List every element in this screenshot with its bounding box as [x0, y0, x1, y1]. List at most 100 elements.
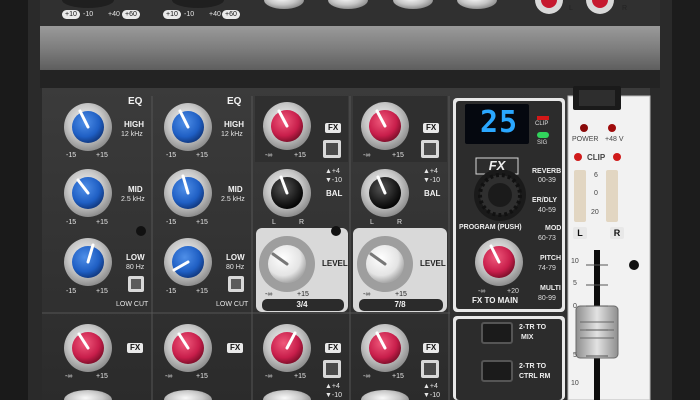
- preset-erdly-name: ER/DLY: [532, 197, 558, 204]
- trim-down-ch34: ▼-10: [325, 177, 343, 184]
- fx-badge-ch2: FX: [227, 343, 244, 353]
- fx-max-ch34: +15: [294, 152, 306, 159]
- power-label: POWER: [572, 136, 599, 143]
- two-track-to-ctrl-label-a: 2-TR TO: [519, 363, 547, 370]
- two-track-to-mix-label-b: MIX: [521, 334, 534, 341]
- lower-fx-min-ch34: -∞: [265, 373, 273, 380]
- eq-title-ch2: EQ: [227, 96, 242, 107]
- main-fader[interactable]: [575, 305, 619, 359]
- mixer-body: [0, 0, 700, 400]
- lower-fx-badge-ch78: FX: [423, 343, 440, 353]
- eq-title-ch1: EQ: [128, 96, 143, 107]
- fader-tick-5-top: 5: [573, 280, 577, 287]
- clip-led-right: [613, 153, 621, 161]
- fx-pre-button-ch78[interactable]: [421, 140, 439, 158]
- fx-to-main-min: -∞: [478, 288, 486, 295]
- fader-tick-10-bottom: 10: [571, 380, 579, 387]
- lower-fx-badge-ch34: FX: [325, 343, 342, 353]
- gain-scale-mid-1: +40: [108, 11, 120, 18]
- phantom-label: +48 V: [605, 136, 624, 143]
- preset-reverb-name: REVERB: [532, 168, 562, 175]
- fader-tick-10-top: 10: [571, 258, 579, 265]
- preset-pitch-range: 74-79: [538, 265, 556, 272]
- gain-scale-low-2: -10: [184, 11, 195, 18]
- level-label-ch78: LEVEL: [420, 259, 446, 268]
- fx-max-ch2: +15: [196, 373, 208, 380]
- mid-label-ch2: MID: [228, 185, 243, 194]
- preset-reverb-range: 00-39: [538, 177, 556, 184]
- level-label-ch34: LEVEL: [322, 259, 348, 268]
- preset-multi-name: MULTI: [540, 285, 561, 292]
- bal-l-ch34: L: [272, 219, 276, 226]
- fx-badge-ch1: FX: [127, 343, 144, 353]
- phantom-led: [608, 124, 616, 132]
- gain-scale-min-1: +10: [62, 10, 80, 19]
- program-label: PROGRAM (PUSH): [459, 224, 522, 231]
- bal-r-ch78: R: [397, 219, 403, 226]
- lower-trim-down-ch34: ▼-10: [325, 392, 343, 399]
- low-label-ch1: LOW: [126, 253, 145, 262]
- power-led: [580, 124, 588, 132]
- lower-trim-down-ch78: ▼-10: [423, 392, 441, 399]
- mid-freq-ch1: 2.5 kHz: [121, 196, 145, 203]
- output-right-label: R: [622, 5, 628, 12]
- mid-min-ch2: -15: [166, 219, 177, 226]
- two-track-to-ctrl-room-button[interactable]: [481, 360, 513, 382]
- lower-fx-min-ch78: -∞: [363, 373, 371, 380]
- gain-scale-max-1: +60: [122, 10, 140, 19]
- fx-sig-led: [537, 132, 549, 138]
- fx-min-ch1: -∞: [65, 373, 73, 380]
- fader-tick-0: 0: [573, 303, 577, 310]
- channel-name-ch78: 7/8: [394, 300, 406, 309]
- mid-label-ch1: MID: [128, 185, 143, 194]
- high-label-ch2: HIGH: [224, 120, 244, 129]
- high-max-ch1: +15: [96, 152, 108, 159]
- channel-name-ch34: 3/4: [296, 300, 308, 309]
- gain-scale-max-2: +60: [222, 10, 240, 19]
- low-min-ch1: -15: [66, 288, 77, 295]
- gain-scale-min-2: +10: [163, 10, 181, 19]
- two-track-to-mix-button[interactable]: [481, 322, 513, 344]
- fx-pre-button-lower-ch34[interactable]: [323, 360, 341, 378]
- low-max-ch1: +15: [96, 288, 108, 295]
- lower-trim-up-ch34: ▲+4: [325, 383, 340, 390]
- trim-up-ch78: ▲+4: [423, 168, 438, 175]
- meter-right-label: R: [610, 227, 624, 239]
- fx-max-ch1: +15: [96, 373, 108, 380]
- output-left-label: L: [569, 5, 573, 12]
- high-max-ch2: +15: [196, 152, 208, 159]
- fx-to-main-label: FX TO MAIN: [472, 296, 519, 305]
- low-cut-button-ch1[interactable]: [128, 276, 144, 292]
- lower-fx-max-ch34: +15: [294, 373, 306, 380]
- meter-tick-0: 0: [594, 190, 598, 197]
- bal-l-ch78: L: [370, 219, 374, 226]
- low-max-ch2: +15: [196, 288, 208, 295]
- mid-freq-ch2: 2.5 kHz: [221, 196, 245, 203]
- fx-logo: FX: [488, 158, 506, 173]
- high-freq-ch2: 12 kHz: [221, 131, 243, 138]
- bal-r-ch34: R: [299, 219, 305, 226]
- mid-max-ch2: +15: [196, 219, 208, 226]
- fx-preset-display: 25: [479, 105, 519, 140]
- high-min-ch1: -15: [66, 152, 77, 159]
- two-track-to-ctrl-label-b: CTRL RM: [519, 373, 551, 380]
- meter-tick-20: 20: [591, 209, 599, 216]
- lower-trim-up-ch78: ▲+4: [423, 383, 438, 390]
- fader-tick-5-bottom: 5: [573, 352, 577, 359]
- preset-erdly-range: 40-59: [538, 207, 556, 214]
- fx-pre-button-ch34[interactable]: [323, 140, 341, 158]
- power-switch[interactable]: [573, 86, 621, 110]
- low-cut-button-ch2[interactable]: [228, 276, 244, 292]
- fx-pre-button-lower-ch78[interactable]: [421, 360, 439, 378]
- level-min-ch34: -∞: [265, 291, 273, 298]
- bal-label-ch78: BAL: [424, 189, 441, 198]
- low-min-ch2: -15: [166, 288, 177, 295]
- fx-sig-label: SIG: [537, 140, 548, 146]
- fx-badge-ch34: FX: [325, 123, 342, 133]
- fx-min-ch34: -∞: [265, 152, 273, 159]
- fx-min-ch2: -∞: [165, 373, 173, 380]
- level-min-ch78: -∞: [363, 291, 371, 298]
- meter-tick-6: 6: [594, 172, 598, 179]
- meter-left-label: L: [573, 227, 587, 239]
- preset-mod-range: 60-73: [538, 235, 556, 242]
